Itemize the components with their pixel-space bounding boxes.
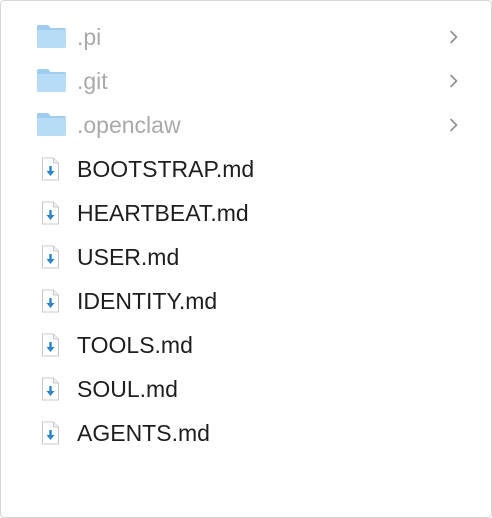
file-row-user[interactable]: USER.md bbox=[1, 235, 491, 279]
file-name: BOOTSTRAP.md bbox=[77, 156, 255, 182]
file-row-soul[interactable]: SOUL.md bbox=[1, 367, 491, 411]
file-row-agents[interactable]: AGENTS.md bbox=[1, 411, 491, 455]
download-file-icon bbox=[42, 201, 59, 225]
chevron-right-icon[interactable] bbox=[449, 118, 459, 132]
file-row-heartbeat[interactable]: HEARTBEAT.md bbox=[1, 191, 491, 235]
folder-row-pi[interactable]: .pi bbox=[1, 15, 491, 59]
folder-icon bbox=[37, 25, 66, 48]
folder-name: .openclaw bbox=[77, 112, 181, 138]
file-name: HEARTBEAT.md bbox=[77, 200, 249, 226]
file-row-identity[interactable]: IDENTITY.md bbox=[1, 279, 491, 323]
file-name: USER.md bbox=[77, 244, 180, 270]
file-row-bootstrap[interactable]: BOOTSTRAP.md bbox=[1, 147, 491, 191]
folder-icon bbox=[37, 113, 66, 136]
folder-row-git[interactable]: .git bbox=[1, 59, 491, 103]
chevron-right-icon[interactable] bbox=[449, 30, 459, 44]
folder-row-openclaw[interactable]: .openclaw bbox=[1, 103, 491, 147]
download-file-icon bbox=[42, 377, 59, 401]
download-file-icon bbox=[42, 245, 59, 269]
download-file-icon bbox=[42, 157, 59, 181]
file-row-tools[interactable]: TOOLS.md bbox=[1, 323, 491, 367]
file-name: TOOLS.md bbox=[77, 332, 193, 358]
folder-icon bbox=[37, 69, 66, 92]
download-file-icon bbox=[42, 421, 59, 445]
chevron-right-icon[interactable] bbox=[449, 74, 459, 88]
file-list: .pi .git .openclaw BOOTSTRAP.md HEARTBEA… bbox=[1, 15, 491, 455]
file-name: IDENTITY.md bbox=[77, 288, 218, 314]
file-name: SOUL.md bbox=[77, 376, 178, 402]
download-file-icon bbox=[42, 333, 59, 357]
folder-name: .git bbox=[77, 68, 108, 94]
download-file-icon bbox=[42, 289, 59, 313]
file-browser-window: .pi .git .openclaw BOOTSTRAP.md HEARTBEA… bbox=[0, 0, 492, 518]
file-name: AGENTS.md bbox=[77, 420, 210, 446]
folder-name: .pi bbox=[77, 24, 102, 50]
